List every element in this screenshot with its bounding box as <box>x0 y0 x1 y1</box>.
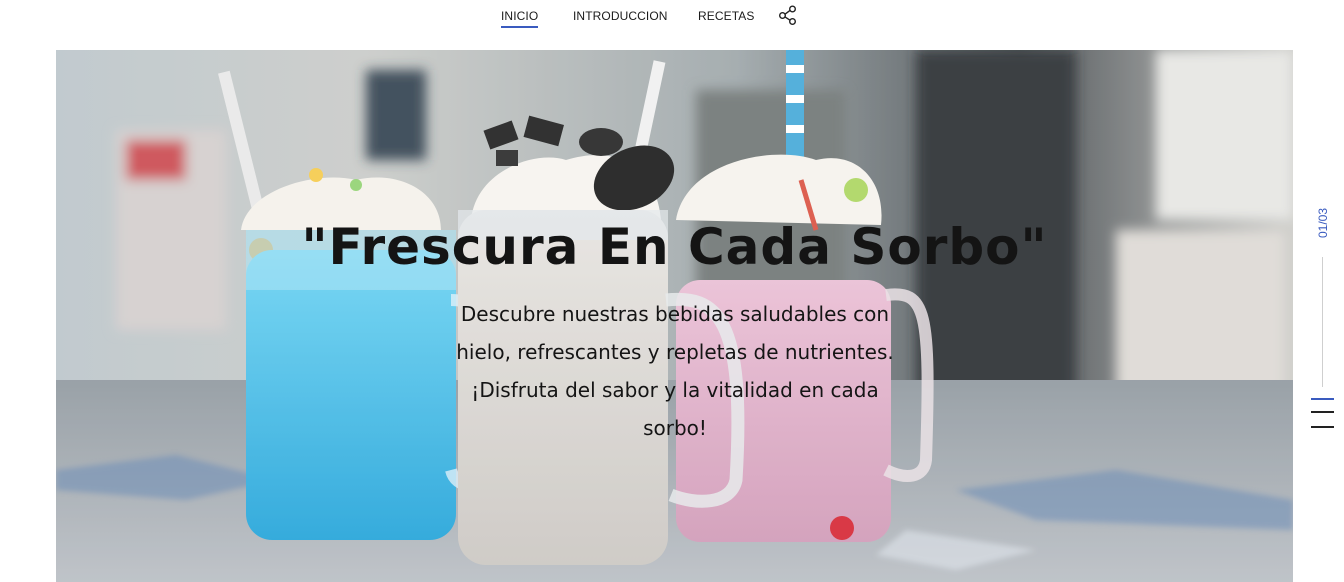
menu-toggle-button[interactable] <box>1311 397 1335 433</box>
hero-slide: "Frescura En Cada Sorbo" Descubre nuestr… <box>56 50 1293 582</box>
menu-line-icon <box>1311 426 1334 428</box>
menu-line-icon <box>1311 411 1334 413</box>
slide-progress-track <box>1322 257 1323 387</box>
nav-item-introduccion[interactable]: INTRODUCCION <box>573 9 668 26</box>
top-nav: INICIO INTRODUCCION RECETAS <box>0 0 1344 50</box>
menu-line-icon <box>1311 398 1334 400</box>
share-icon[interactable] <box>778 5 798 25</box>
slide-counter: 01/03 <box>1316 208 1330 239</box>
hero-description: Descubre nuestras bebidas saludables con… <box>456 302 894 440</box>
nav-item-inicio[interactable]: INICIO <box>501 9 539 28</box>
hero-headline: "Frescura En Cada Sorbo" <box>301 218 1048 276</box>
nav-item-recetas[interactable]: RECETAS <box>698 9 755 26</box>
